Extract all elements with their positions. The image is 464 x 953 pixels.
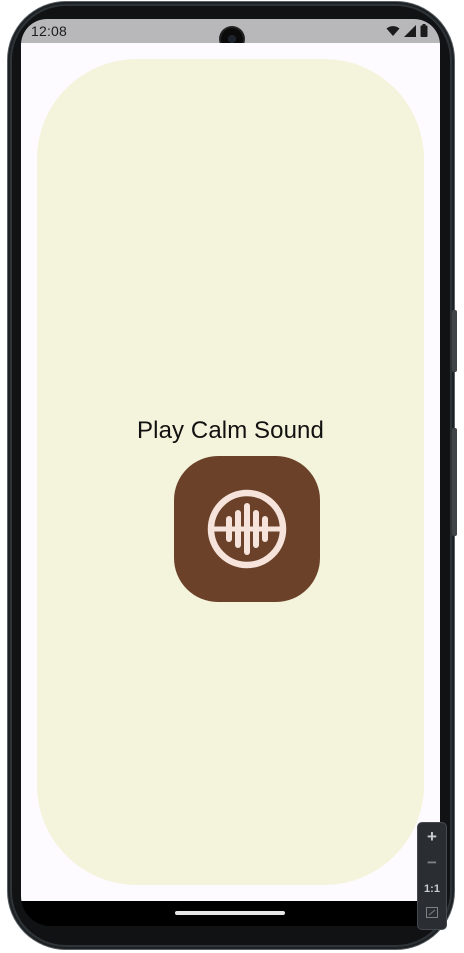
power-button xyxy=(452,310,457,372)
zoom-out-button[interactable]: − xyxy=(418,853,446,873)
app-content: Play Calm Sound xyxy=(21,43,440,901)
play-sound-button[interactable] xyxy=(174,456,320,602)
wifi-icon xyxy=(386,25,400,36)
content-card: Play Calm Sound xyxy=(37,59,424,885)
page-title: Play Calm Sound xyxy=(137,417,324,444)
navigation-bar xyxy=(21,901,440,926)
battery-icon xyxy=(420,24,428,37)
emulator-zoom-controls: + − 1:1 xyxy=(418,823,446,929)
actual-size-button[interactable]: 1:1 xyxy=(418,883,446,895)
sound-wave-icon xyxy=(207,489,287,569)
fit-screen-button[interactable] xyxy=(418,907,446,921)
signal-icon xyxy=(404,24,416,37)
fit-screen-icon xyxy=(426,907,438,918)
phone-screen: 12:08 Play Calm Sound xyxy=(21,19,440,926)
status-time: 12:08 xyxy=(31,23,68,39)
home-gesture-handle[interactable] xyxy=(175,911,285,915)
status-icons xyxy=(386,24,428,37)
volume-button xyxy=(452,428,457,536)
zoom-in-button[interactable]: + xyxy=(418,827,446,847)
